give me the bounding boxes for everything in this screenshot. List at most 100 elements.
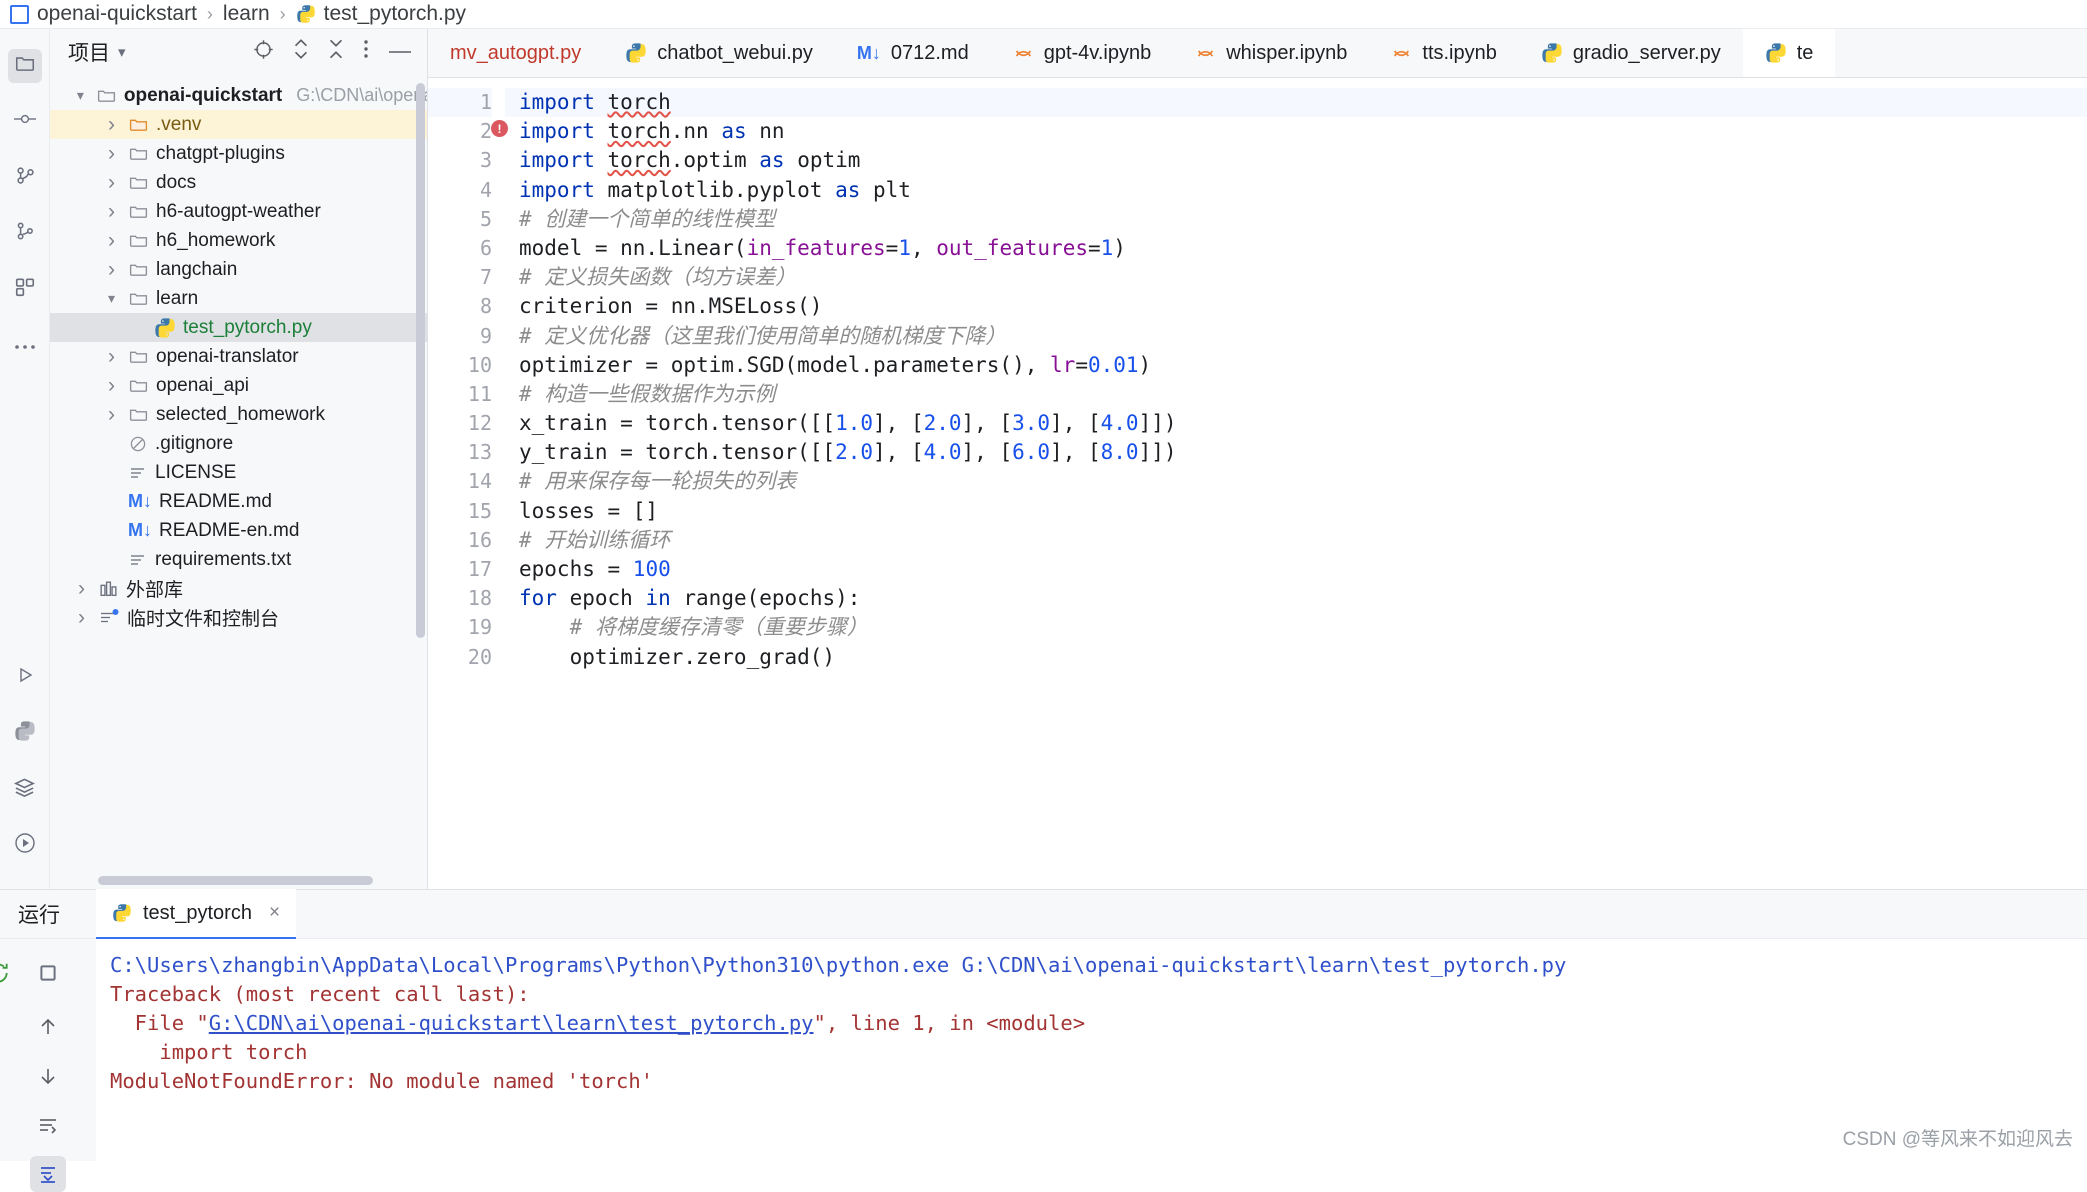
chevron-down-icon[interactable]: ▾ — [102, 290, 121, 307]
code-line[interactable]: optimizer.zero_grad() — [519, 643, 2087, 672]
tree-item-h6_homework[interactable]: › h6_homework — [50, 226, 427, 255]
line-number: 10 — [467, 352, 492, 377]
editor-tab-chatbot_webui.py[interactable]: chatbot_webui.py — [603, 29, 835, 77]
code-line[interactable]: # 将梯度缓存清零（重要步骤） — [519, 613, 2087, 642]
chevron-right-icon[interactable]: › — [72, 606, 91, 630]
code-viewport[interactable]: 1 2 3 4 5 6 7 8 9 10 11 12 13 14 15 16 17 18 19 20 import t… — [428, 78, 2087, 889]
breadcrumb-item-project[interactable]: openai-quickstart — [37, 2, 197, 26]
locate-icon[interactable] — [252, 38, 275, 67]
chevron-right-icon[interactable]: › — [102, 229, 121, 253]
editor-tab-0712.md[interactable]: M↓ 0712.md — [835, 29, 991, 77]
code-line[interactable]: # 定义优化器（这里我们使用简单的随机梯度下降） — [519, 322, 2087, 351]
code-token: = — [885, 235, 899, 260]
code-line[interactable]: model = nn.Linear(in_features=1, out_fea… — [519, 234, 2087, 263]
code-line[interactable]: losses = [] — [519, 497, 2087, 526]
code-line[interactable]: epochs = 100 — [519, 555, 2087, 584]
code-line[interactable]: # 创建一个简单的线性模型 — [519, 205, 2087, 234]
code-line[interactable]: optimizer = optim.SGD(model.parameters()… — [519, 351, 2087, 380]
rail-project-button[interactable] — [7, 49, 42, 83]
rail-structure-button[interactable] — [8, 273, 42, 307]
error-marker-icon[interactable]: ! — [491, 120, 508, 137]
chevron-down-icon[interactable]: ▾ — [118, 43, 126, 61]
rail-run-button[interactable] — [8, 661, 42, 695]
console-file-link[interactable]: G:\CDN\ai\openai-quickstart\learn\test_p… — [209, 1011, 814, 1035]
tree-item-test_pytorch.py[interactable]: test_pytorch.py — [50, 313, 427, 342]
rail-branches-button[interactable] — [8, 217, 42, 251]
collapse-all-icon[interactable] — [327, 37, 345, 67]
more-icon[interactable] — [362, 37, 370, 67]
stop-icon[interactable] — [30, 955, 66, 991]
rail-services-button[interactable] — [8, 773, 42, 807]
tree-item-[interactable]: › 临时文件和控制台 — [50, 603, 427, 632]
rail-more-tools-button[interactable] — [8, 329, 42, 363]
expand-collapse-icon[interactable] — [292, 37, 310, 67]
chevron-right-icon[interactable]: › — [102, 258, 121, 282]
tree-item-LICENSE[interactable]: LICENSE — [50, 458, 427, 487]
editor-tab-bar[interactable]: mv_autogpt.py chatbot_webui.py M↓ 0712.md gp… — [428, 29, 2087, 78]
editor-tab-te[interactable]: te — [1742, 29, 1836, 77]
tree-item-openai-translator[interactable]: › openai-translator — [50, 342, 427, 371]
tree-item-[interactable]: › 外部库 — [50, 574, 427, 603]
breadcrumb-item-folder[interactable]: learn — [223, 2, 270, 26]
rail-commit-button[interactable] — [8, 105, 42, 139]
tree-item-h6-autogpt-weather[interactable]: › h6-autogpt-weather — [50, 197, 427, 226]
rail-python-console-button[interactable] — [8, 717, 42, 751]
tree-item-openai_api[interactable]: › openai_api — [50, 371, 427, 400]
rerun-icon[interactable] — [0, 955, 16, 991]
chevron-right-icon[interactable]: › — [102, 345, 121, 369]
chevron-right-icon[interactable]: › — [102, 171, 121, 195]
up-arrow-icon[interactable] — [30, 1009, 66, 1045]
tree-item-chatgpt-plugins[interactable]: › chatgpt-plugins — [50, 139, 427, 168]
tree-item-langchain[interactable]: › langchain — [50, 255, 427, 284]
code-line[interactable]: y_train = torch.tensor([[2.0], [4.0], [6… — [519, 438, 2087, 467]
hide-panel-icon[interactable] — [387, 41, 413, 63]
tree-item-docs[interactable]: › docs — [50, 168, 427, 197]
code-line[interactable]: import torch.nn as nn — [519, 117, 2087, 146]
code-line[interactable]: x_train = torch.tensor([[1.0], [2.0], [3… — [519, 409, 2087, 438]
code-line[interactable]: criterion = nn.MSELoss() — [519, 292, 2087, 321]
project-tree[interactable]: ▾ openai-quickstart G:\CDN\ai\openai- › .ven… — [50, 75, 427, 889]
project-horizontal-scrollbar[interactable] — [98, 876, 373, 885]
close-icon[interactable]: × — [269, 902, 280, 924]
code-line[interactable]: import matplotlib.pyplot as plt — [519, 176, 2087, 205]
editor-tab-tts.ipynb[interactable]: tts.ipynb — [1369, 29, 1518, 77]
breadcrumb-item-file[interactable]: test_pytorch.py — [324, 2, 466, 26]
tree-item-README-en.md[interactable]: M↓ README-en.md — [50, 516, 427, 545]
project-vertical-scrollbar[interactable] — [416, 73, 425, 653]
code-line[interactable]: # 构造一些假数据作为示例 — [519, 380, 2087, 409]
code-line[interactable]: import torch.optim as optim — [519, 146, 2087, 175]
rail-debug-button[interactable] — [8, 829, 42, 863]
chevron-right-icon[interactable]: › — [102, 113, 121, 137]
tree-item-.gitignore[interactable]: .gitignore — [50, 429, 427, 458]
down-arrow-icon[interactable] — [30, 1058, 66, 1094]
rail-pull-requests-button[interactable] — [8, 161, 42, 195]
code-line[interactable]: # 定义损失函数（均方误差） — [519, 263, 2087, 292]
chevron-right-icon[interactable]: › — [72, 577, 91, 601]
line-number: 4 — [479, 177, 492, 202]
run-console-output[interactable]: C:\Users\zhangbin\AppData\Local\Programs… — [96, 939, 2087, 1161]
chevron-right-icon[interactable]: › — [102, 200, 121, 224]
chevron-down-icon[interactable]: ▾ — [72, 87, 89, 104]
tree-item-.venv[interactable]: › .venv — [50, 110, 427, 139]
code-content[interactable]: import torch import torch.nn as nn import … — [505, 78, 2087, 889]
run-tab-test-pytorch[interactable]: test_pytorch × — [96, 889, 297, 939]
editor-tab-gpt-4v.ipynb[interactable]: gpt-4v.ipynb — [991, 29, 1173, 77]
chevron-right-icon[interactable]: › — [102, 142, 121, 166]
project-panel-title: 项目 — [68, 42, 110, 65]
editor-tab-gradio_server.py[interactable]: gradio_server.py — [1519, 29, 1743, 77]
tree-item-README.md[interactable]: M↓ README.md — [50, 487, 427, 516]
wrap-text-icon[interactable] — [30, 1107, 66, 1143]
tree-item-openai-quickstart[interactable]: ▾ openai-quickstart G:\CDN\ai\openai- — [50, 81, 427, 110]
tree-item-requirements.txt[interactable]: requirements.txt — [50, 545, 427, 574]
editor-tab-whisper.ipynb[interactable]: whisper.ipynb — [1173, 29, 1369, 77]
code-line[interactable]: import torch — [505, 88, 2087, 118]
editor-tab-mv_autogpt.py[interactable]: mv_autogpt.py — [428, 29, 603, 77]
code-line[interactable]: for epoch in range(epochs): — [519, 584, 2087, 613]
chevron-right-icon[interactable]: › — [102, 403, 121, 427]
code-line[interactable]: # 用来保存每一轮损失的列表 — [519, 467, 2087, 496]
chevron-right-icon[interactable]: › — [102, 374, 121, 398]
tree-item-selected_homework[interactable]: › selected_homework — [50, 400, 427, 429]
code-line[interactable]: # 开始训练循环 — [519, 526, 2087, 555]
scroll-to-end-icon[interactable] — [30, 1156, 66, 1192]
tree-item-learn[interactable]: ▾ learn — [50, 284, 427, 313]
